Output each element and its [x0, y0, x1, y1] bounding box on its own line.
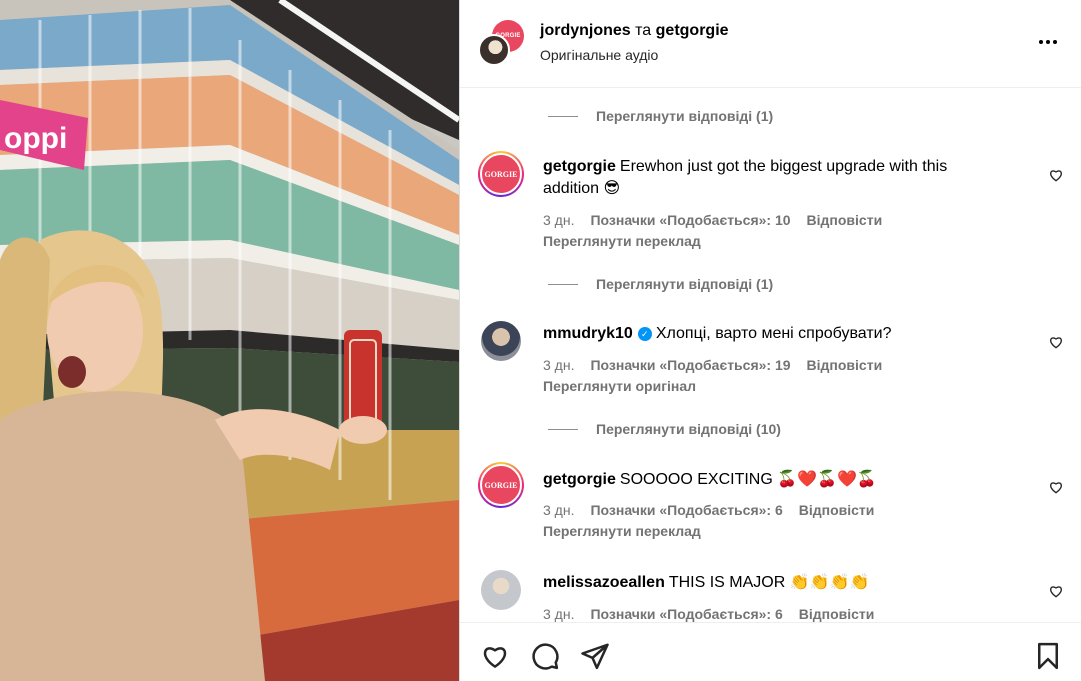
- post-actions-bar: [460, 622, 1081, 681]
- comment-meta: 3 дн. Позначки «Подобається»: 19 Відпові…: [543, 357, 882, 373]
- paper-plane-icon[interactable]: [580, 641, 610, 671]
- comment-likes[interactable]: Позначки «Подобається»: 10: [590, 212, 790, 228]
- comment-likes[interactable]: Позначки «Подобається»: 6: [590, 502, 782, 518]
- commenter-avatar-text: GORGIE: [480, 464, 522, 506]
- reply-button[interactable]: Відповісти: [799, 606, 875, 622]
- reply-button[interactable]: Відповісти: [807, 212, 883, 228]
- comment-body: getgorgie Erewhon just got the biggest up…: [543, 156, 1003, 200]
- view-replies-label[interactable]: Переглянути відповіді (1): [596, 276, 773, 292]
- reel-video[interactable]: oppi: [0, 0, 459, 681]
- like-comment-heart-icon[interactable]: [1048, 583, 1064, 599]
- comment-time[interactable]: 3 дн.: [543, 502, 574, 518]
- view-replies-button[interactable]: Переглянути відповіді (1): [548, 276, 773, 292]
- replies-divider: [548, 428, 578, 430]
- like-comment-heart-icon[interactable]: [1048, 334, 1064, 350]
- commenter-avatar[interactable]: [481, 321, 521, 361]
- bookmark-icon[interactable]: [1033, 641, 1063, 671]
- comment-body: getgorgie SOOOOO EXCITING 🍒❤️🍒❤️🍒: [543, 469, 1003, 491]
- reply-button[interactable]: Відповісти: [799, 502, 875, 518]
- verified-badge-icon: ✓: [637, 327, 652, 341]
- commenter-avatar[interactable]: [481, 570, 521, 610]
- audio-link[interactable]: Оригінальне аудіо: [540, 47, 658, 63]
- comment-likes[interactable]: Позначки «Подобається»: 19: [590, 357, 790, 373]
- see-translation-button[interactable]: Переглянути переклад: [543, 233, 701, 249]
- view-replies-label[interactable]: Переглянути відповіді (10): [596, 421, 781, 437]
- comment-text: THIS IS MAJOR 👏👏👏👏: [668, 574, 870, 591]
- see-original-button[interactable]: Переглянути оригінал: [543, 378, 696, 394]
- comment-username[interactable]: getgorgie: [543, 471, 616, 488]
- comments-panel: GORGIE jordynjones та getgorgie Оригінал…: [459, 0, 1081, 681]
- view-replies-label[interactable]: Переглянути відповіді (1): [596, 108, 773, 124]
- like-comment-heart-icon[interactable]: [1048, 479, 1064, 495]
- reply-button[interactable]: Відповісти: [807, 357, 883, 373]
- author-conjunction: та: [635, 22, 652, 39]
- post-authors: jordynjones та getgorgie: [540, 22, 729, 40]
- like-comment-heart-icon[interactable]: [1048, 167, 1064, 183]
- comment-likes[interactable]: Позначки «Подобається»: 6: [590, 606, 782, 622]
- commenter-avatar-text: GORGIE: [480, 153, 522, 195]
- comment-time[interactable]: 3 дн.: [543, 606, 574, 622]
- replies-divider: [548, 283, 578, 285]
- comment-icon[interactable]: [530, 641, 560, 671]
- post-header: GORGIE jordynjones та getgorgie Оригінал…: [460, 0, 1081, 88]
- commenter-avatar[interactable]: GORGIE: [478, 151, 524, 197]
- comment-time[interactable]: 3 дн.: [543, 212, 574, 228]
- collaborator-username[interactable]: getgorgie: [656, 22, 729, 39]
- comment-username[interactable]: getgorgie: [543, 158, 616, 175]
- heart-icon[interactable]: [480, 641, 510, 671]
- more-options-icon[interactable]: [1034, 28, 1062, 56]
- comment-text: Хлопці, варто мені спробувати?: [655, 325, 892, 342]
- replies-divider: [548, 115, 578, 117]
- comment-meta: 3 дн. Позначки «Подобається»: 6 Відповіс…: [543, 502, 874, 518]
- jordynjones-avatar[interactable]: [478, 34, 510, 66]
- instagram-reel-view: oppi GORGIE jordynjones та getgorgie Ори…: [0, 0, 1081, 681]
- collab-avatars[interactable]: GORGIE: [478, 20, 524, 66]
- comment-body: mmudryk10 ✓ Хлопці, варто мені спробувати?: [543, 323, 1003, 345]
- comments-list[interactable]: Переглянути відповіді (1) GORGIE getgorg…: [460, 89, 1081, 622]
- see-translation-button[interactable]: Переглянути переклад: [543, 523, 701, 539]
- view-replies-button[interactable]: Переглянути відповіді (1): [548, 108, 773, 124]
- author-username[interactable]: jordynjones: [540, 22, 631, 39]
- brand-sign-text: oppi: [4, 122, 67, 155]
- store-scene-illustration: oppi: [0, 0, 459, 681]
- comment-meta: 3 дн. Позначки «Подобається»: 10 Відпові…: [543, 212, 882, 228]
- view-replies-button[interactable]: Переглянути відповіді (10): [548, 421, 781, 437]
- comment-text: SOOOOO EXCITING 🍒❤️🍒❤️🍒: [619, 471, 877, 488]
- comment-body: melissazoeallen THIS IS MAJOR 👏👏👏👏: [543, 572, 1003, 594]
- comment-username[interactable]: melissazoeallen: [543, 574, 665, 591]
- commenter-avatar[interactable]: GORGIE: [478, 462, 524, 508]
- comment-time[interactable]: 3 дн.: [543, 357, 574, 373]
- comment-meta: 3 дн. Позначки «Подобається»: 6 Відповіс…: [543, 606, 874, 622]
- comment-username[interactable]: mmudryk10: [543, 325, 633, 342]
